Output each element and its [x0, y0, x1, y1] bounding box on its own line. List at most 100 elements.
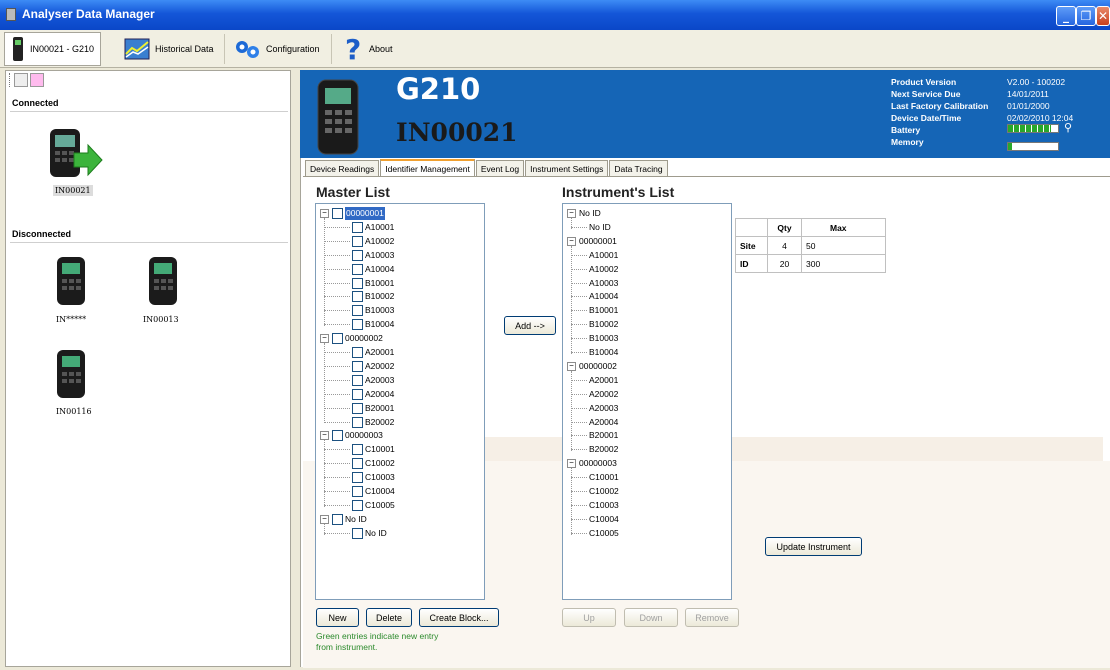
item-checkbox[interactable] — [352, 374, 363, 386]
item-checkbox[interactable] — [352, 249, 363, 261]
tab-instrument-settings[interactable]: Instrument Settings — [525, 160, 609, 177]
group-checkbox[interactable] — [332, 333, 343, 345]
collapse-icon[interactable]: − — [567, 361, 576, 371]
item-checkbox[interactable] — [352, 499, 363, 511]
down-button[interactable]: Down — [624, 608, 678, 627]
up-button[interactable]: Up — [562, 608, 616, 627]
tree-item[interactable]: A10001 — [324, 221, 394, 234]
tree-item[interactable]: A20002 — [324, 360, 394, 373]
tree-item[interactable]: No ID — [571, 221, 611, 234]
tree-item[interactable]: C10003 — [571, 499, 619, 512]
collapse-icon[interactable]: − — [320, 209, 329, 218]
collapse-icon[interactable]: − — [567, 236, 576, 246]
tree-item[interactable]: C10002 — [571, 485, 619, 498]
tree-item[interactable]: B20001 — [324, 402, 394, 415]
list-view-icon[interactable] — [30, 73, 44, 87]
group-checkbox[interactable] — [332, 430, 343, 442]
tree-group-row[interactable]: −00000003 — [320, 429, 383, 442]
new-button[interactable]: New — [316, 608, 359, 627]
tree-item[interactable]: A10002 — [324, 235, 394, 248]
device-tab-button[interactable]: IN00021 - G210 — [4, 32, 102, 66]
item-checkbox[interactable] — [352, 444, 363, 456]
tree-item[interactable]: B10003 — [324, 304, 394, 317]
disconnected-device-item[interactable] — [146, 254, 180, 311]
tree-item[interactable]: C10005 — [571, 527, 619, 540]
collapse-icon[interactable]: − — [320, 514, 329, 524]
tree-item[interactable]: B10004 — [324, 318, 394, 331]
tree-group-row[interactable]: −00000003 — [567, 457, 617, 470]
item-checkbox[interactable] — [352, 319, 363, 331]
tree-item[interactable]: No ID — [324, 527, 387, 540]
add-button[interactable]: Add --> — [504, 316, 556, 335]
item-checkbox[interactable] — [352, 305, 363, 317]
tree-item[interactable]: C10001 — [571, 471, 619, 484]
remove-button[interactable]: Remove — [685, 608, 739, 627]
tree-item[interactable]: C10002 — [324, 457, 395, 470]
tree-group-row[interactable]: − 00000002 — [320, 332, 383, 345]
item-checkbox[interactable] — [352, 472, 363, 484]
tree-item[interactable]: A20001 — [571, 374, 618, 387]
collapse-icon[interactable]: − — [567, 459, 576, 469]
group-checkbox[interactable] — [332, 208, 343, 219]
close-button[interactable]: ✕ — [1096, 6, 1110, 26]
tree-item[interactable]: B10001 — [571, 304, 618, 317]
tree-item[interactable]: A10003 — [571, 277, 618, 290]
delete-button[interactable]: Delete — [366, 608, 412, 627]
tree-group-row[interactable]: −00000001 — [567, 235, 617, 248]
item-checkbox[interactable] — [352, 360, 363, 372]
tree-item[interactable]: B10001 — [324, 277, 394, 290]
historical-data-button[interactable]: Historical Data — [118, 32, 220, 66]
tab-event-log[interactable]: Event Log — [475, 160, 525, 177]
group-checkbox[interactable] — [332, 513, 343, 525]
tree-item[interactable]: A10002 — [571, 263, 618, 276]
item-checkbox[interactable] — [352, 527, 363, 539]
item-checkbox[interactable] — [352, 388, 363, 400]
tree-item[interactable]: C10004 — [324, 485, 395, 498]
tree-group-row[interactable]: − No ID — [567, 207, 601, 220]
tree-item[interactable]: A10001 — [571, 249, 618, 262]
tree-item[interactable]: A10004 — [571, 290, 618, 303]
tree-item[interactable]: A20004 — [571, 416, 618, 429]
update-instrument-button[interactable]: Update Instrument — [765, 537, 862, 556]
item-checkbox[interactable] — [352, 458, 363, 470]
item-checkbox[interactable] — [352, 291, 363, 303]
tree-item[interactable]: C10005 — [324, 499, 395, 512]
create-block-button[interactable]: Create Block... — [419, 608, 499, 627]
large-icons-icon[interactable] — [14, 73, 28, 87]
tab-data-tracing[interactable]: Data Tracing — [609, 160, 668, 177]
tree-item[interactable]: C10004 — [571, 513, 619, 526]
item-checkbox[interactable] — [352, 486, 363, 497]
tree-item[interactable]: B10002 — [571, 318, 618, 331]
tree-item[interactable]: B20001 — [571, 429, 618, 442]
disconnected-device-item[interactable] — [54, 254, 88, 311]
item-checkbox[interactable] — [352, 416, 363, 428]
tree-item[interactable]: A10003 — [324, 249, 394, 262]
disconnected-device-item[interactable] — [54, 347, 88, 404]
item-checkbox[interactable] — [352, 221, 363, 233]
about-button[interactable]: ? About — [336, 32, 399, 66]
tree-item[interactable]: B10003 — [571, 332, 618, 345]
collapse-icon[interactable]: − — [567, 209, 576, 218]
collapse-icon[interactable]: − — [320, 431, 329, 441]
tree-item[interactable]: C10003 — [324, 471, 395, 484]
tree-item[interactable]: B20002 — [571, 443, 618, 456]
tree-item[interactable]: C10001 — [324, 443, 395, 456]
tree-item[interactable]: A20001 — [324, 346, 394, 359]
master-tree[interactable]: − 00000001 A10001 A10002 A10003 A10004 B10001 B… — [315, 203, 485, 600]
tree-item[interactable]: B10004 — [571, 346, 618, 359]
tree-item[interactable]: A20004 — [324, 388, 394, 401]
tree-item[interactable]: A20003 — [324, 374, 394, 387]
instrument-tree[interactable]: − No ID No ID −00000001 A10001 A10002 A10003 A1… — [562, 203, 732, 600]
tree-item[interactable]: B20002 — [324, 416, 394, 429]
tree-item[interactable]: A10004 — [324, 263, 394, 276]
minimize-button[interactable]: _ — [1056, 6, 1076, 26]
item-checkbox[interactable] — [352, 263, 363, 275]
tab-device-readings[interactable]: Device Readings — [305, 160, 380, 177]
connected-device-item[interactable] — [44, 123, 104, 188]
item-checkbox[interactable] — [352, 347, 363, 358]
tab-identifier-management[interactable]: Identifier Management — [380, 159, 475, 177]
item-checkbox[interactable] — [352, 235, 363, 247]
item-checkbox[interactable] — [352, 277, 363, 289]
tree-group-row[interactable]: −00000001 — [320, 207, 385, 220]
maximize-button[interactable]: ❐ — [1076, 6, 1096, 26]
